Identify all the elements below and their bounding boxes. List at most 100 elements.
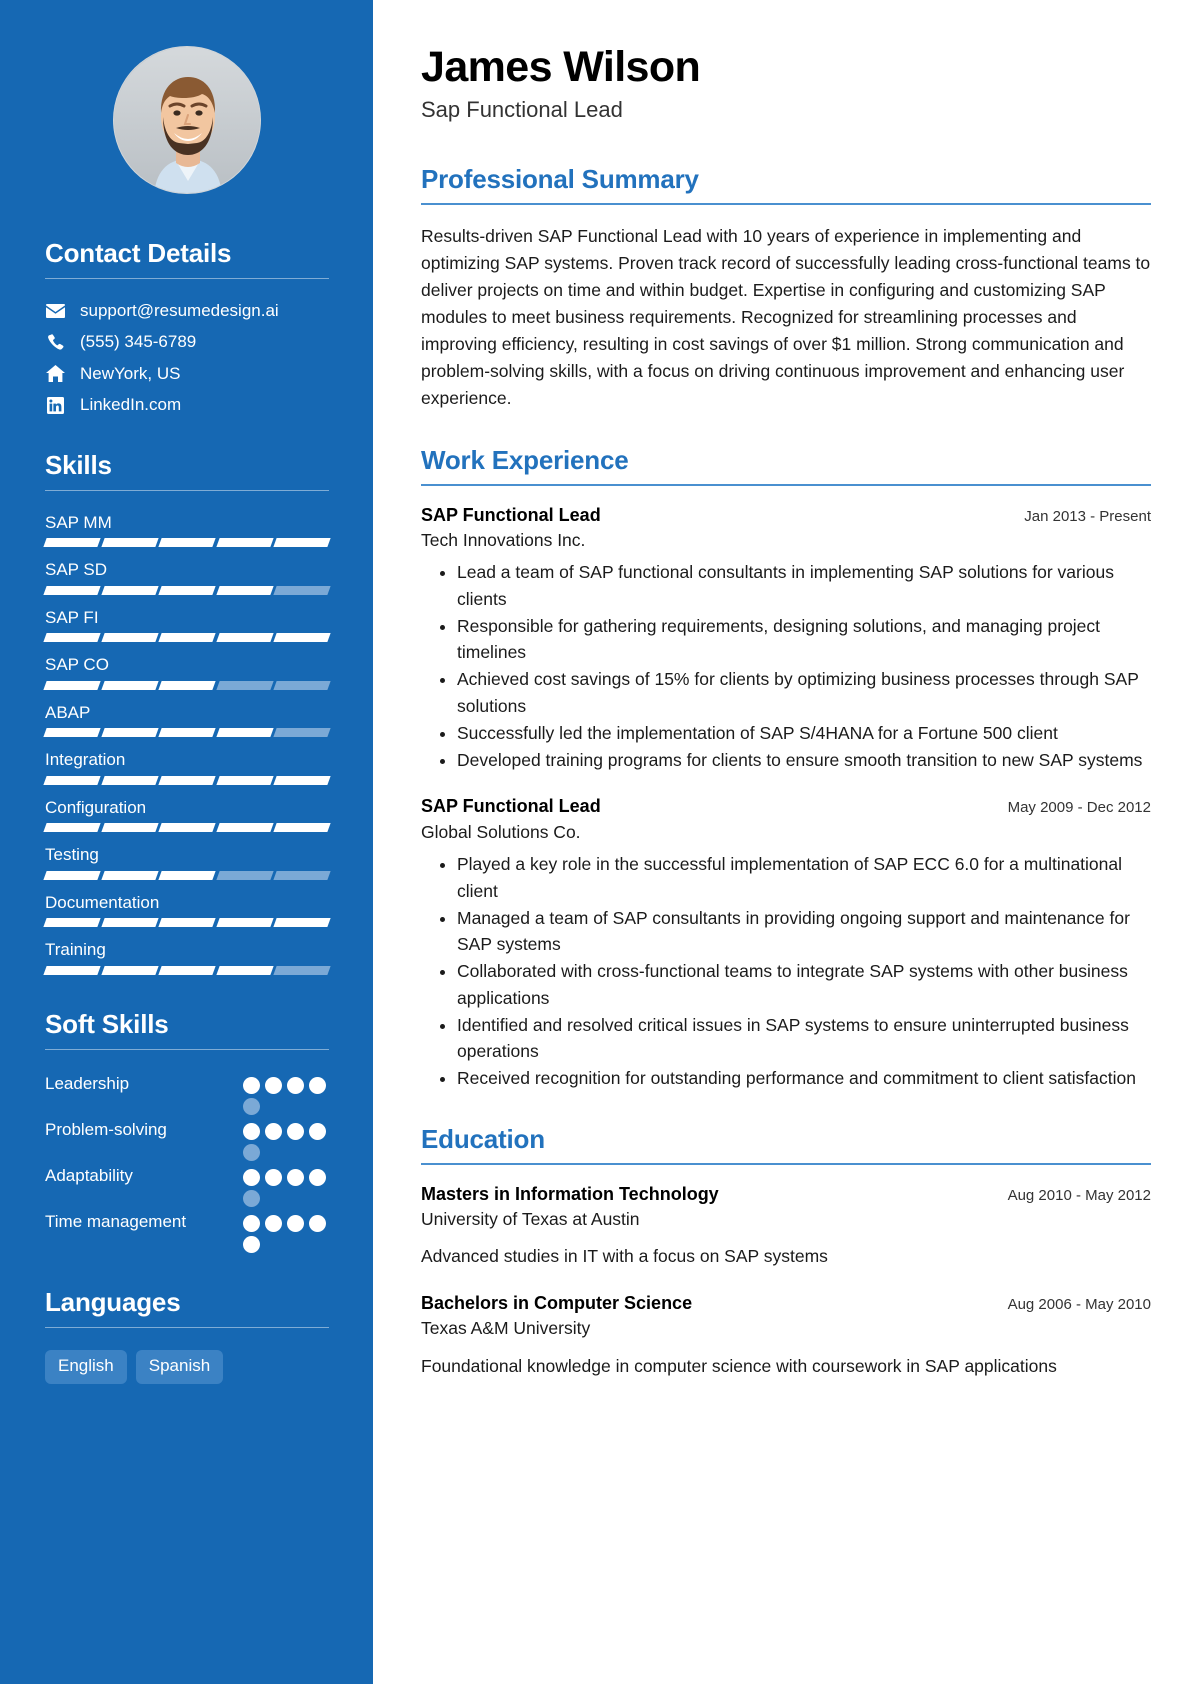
- skill-bar-segment: [158, 728, 216, 738]
- work-bullet: Successfully led the implementation of S…: [457, 720, 1151, 746]
- work-bullet: Played a key role in the successful impl…: [457, 851, 1151, 904]
- professional-summary-section: Professional Summary Results-driven SAP …: [421, 164, 1151, 413]
- skill-bar-segment: [273, 728, 331, 738]
- work-bullet-list: Played a key role in the successful impl…: [421, 851, 1151, 1091]
- education-date-range: Aug 2006 - May 2010: [1007, 1295, 1151, 1313]
- skill-item: SAP FI: [43, 607, 331, 643]
- skill-bar-segment: [216, 585, 274, 595]
- skill-bar-segment: [43, 823, 101, 833]
- soft-skill-dot: [287, 1215, 304, 1233]
- skill-label: Integration: [45, 750, 126, 770]
- skill-bar-segment: [158, 680, 216, 690]
- skill-label: SAP CO: [45, 655, 109, 675]
- soft-skill-dot: [243, 1190, 260, 1208]
- job-role-subtitle: Sap Functional Lead: [421, 97, 623, 123]
- skill-label: Training: [45, 940, 106, 960]
- skill-bar-segment: [216, 870, 274, 880]
- soft-skill-dot: [287, 1169, 304, 1187]
- soft-skill-dot: [243, 1077, 260, 1095]
- section-divider: [45, 1327, 329, 1329]
- skill-bar-segment: [216, 633, 274, 643]
- contact-details-section: Contact Details support@resumedesign.ai …: [45, 238, 329, 416]
- skill-bar-segment: [43, 680, 101, 690]
- education-description: Advanced studies in IT with a focus on S…: [421, 1246, 828, 1267]
- skill-bar-segment: [158, 775, 216, 785]
- skill-bar: [43, 966, 331, 976]
- skill-bar-segment: [100, 918, 158, 928]
- work-date-range: Jan 2013 - Present: [1024, 507, 1151, 525]
- skill-bar-segment: [158, 538, 216, 548]
- linkedin-icon: [45, 396, 66, 414]
- skill-bar-segment: [216, 728, 274, 738]
- skill-bar-segment: [216, 775, 274, 785]
- section-divider: [45, 278, 329, 279]
- soft-skills-list: Leadership Problem-solving Adaptability …: [45, 1072, 329, 1254]
- skill-bar-segment: [273, 823, 331, 833]
- main-content: James Wilson Sap Functional Lead Profess…: [373, 0, 1200, 1684]
- sidebar: Contact Details support@resumedesign.ai …: [0, 0, 373, 1684]
- skill-bar-segment: [273, 538, 331, 548]
- email-icon: [45, 304, 66, 319]
- work-experience-section: Work Experience SAP Functional Lead Jan …: [421, 445, 1151, 1092]
- skills-list: SAP MM SAP SD SAP FI SAP CO ABAP Integra…: [43, 513, 331, 976]
- contact-item-linkedin[interactable]: LinkedIn.com: [45, 395, 329, 415]
- profile-photo-illustration: [114, 47, 260, 193]
- soft-skill-item: Leadership: [45, 1072, 329, 1116]
- soft-skill-label: Adaptability: [45, 1166, 133, 1186]
- contact-details-heading: Contact Details: [45, 238, 232, 268]
- skills-section: Skills SAP MM SAP SD SAP FI SAP CO ABAP …: [43, 450, 331, 976]
- soft-skill-label: Time management: [45, 1212, 187, 1232]
- contact-location-text: NewYork, US: [80, 363, 181, 383]
- work-bullet: Received recognition for outstanding per…: [457, 1065, 1151, 1091]
- work-experience-list: SAP Functional Lead Jan 2013 - Present T…: [421, 504, 1151, 1092]
- skill-bar-segment: [43, 585, 101, 595]
- skill-bar-segment: [100, 585, 158, 595]
- skill-bar-segment: [158, 918, 216, 928]
- work-job-title: SAP Functional Lead: [421, 796, 601, 817]
- skill-label: Configuration: [45, 797, 147, 817]
- languages-list: English Spanish: [45, 1350, 329, 1384]
- education-section: Education Masters in Information Technol…: [421, 1124, 1151, 1379]
- skill-label: SAP SD: [45, 560, 108, 580]
- soft-skill-label: Leadership: [45, 1074, 130, 1094]
- skill-bar-segment: [43, 966, 101, 976]
- education-institution: University of Texas at Austin: [421, 1208, 640, 1229]
- professional-summary-heading: Professional Summary: [421, 163, 699, 194]
- skill-bar-segment: [43, 870, 101, 880]
- skill-bar-segment: [158, 870, 216, 880]
- skill-label: SAP FI: [45, 607, 99, 627]
- skill-bar-segment: [158, 633, 216, 643]
- soft-skill-rating: [243, 1118, 329, 1162]
- skill-bar-segment: [273, 680, 331, 690]
- education-date-range: Aug 2010 - May 2012: [1007, 1186, 1151, 1204]
- work-entry-header: SAP Functional Lead Jan 2013 - Present: [421, 504, 1151, 527]
- contact-item-phone[interactable]: (555) 345-6789: [45, 332, 329, 352]
- skill-bar-segment: [273, 870, 331, 880]
- work-date-range: May 2009 - Dec 2012: [1007, 799, 1151, 817]
- soft-skill-dot: [265, 1123, 282, 1141]
- work-entry: SAP Functional Lead Jan 2013 - Present T…: [421, 504, 1151, 774]
- soft-skill-rating: [243, 1164, 329, 1208]
- contact-item-email[interactable]: support@resumedesign.ai: [45, 301, 329, 321]
- contact-phone-text: (555) 345-6789: [80, 332, 197, 352]
- skill-item: SAP SD: [43, 560, 331, 595]
- section-divider: [421, 1162, 1151, 1165]
- skill-bar-segment: [100, 870, 158, 880]
- section-divider: [421, 483, 1151, 486]
- language-pill: Spanish: [135, 1350, 224, 1384]
- skill-bar-segment: [158, 823, 216, 833]
- skill-bar-segment: [216, 966, 274, 976]
- work-bullet: Lead a team of SAP functional consultant…: [457, 559, 1151, 612]
- education-list: Masters in Information Technology Aug 20…: [421, 1183, 1151, 1379]
- skill-bar-segment: [273, 966, 331, 976]
- contact-item-location[interactable]: NewYork, US: [45, 364, 329, 384]
- work-job-title: SAP Functional Lead: [421, 504, 601, 525]
- soft-skill-dot: [265, 1169, 282, 1187]
- skill-item: Training: [43, 940, 331, 976]
- skill-bar-segment: [158, 585, 216, 595]
- skill-bar: [43, 585, 331, 595]
- soft-skill-rating: [243, 1210, 329, 1254]
- skill-item: Testing: [43, 845, 331, 880]
- page-title: James Wilson: [421, 43, 701, 91]
- avatar-container: [45, 46, 329, 194]
